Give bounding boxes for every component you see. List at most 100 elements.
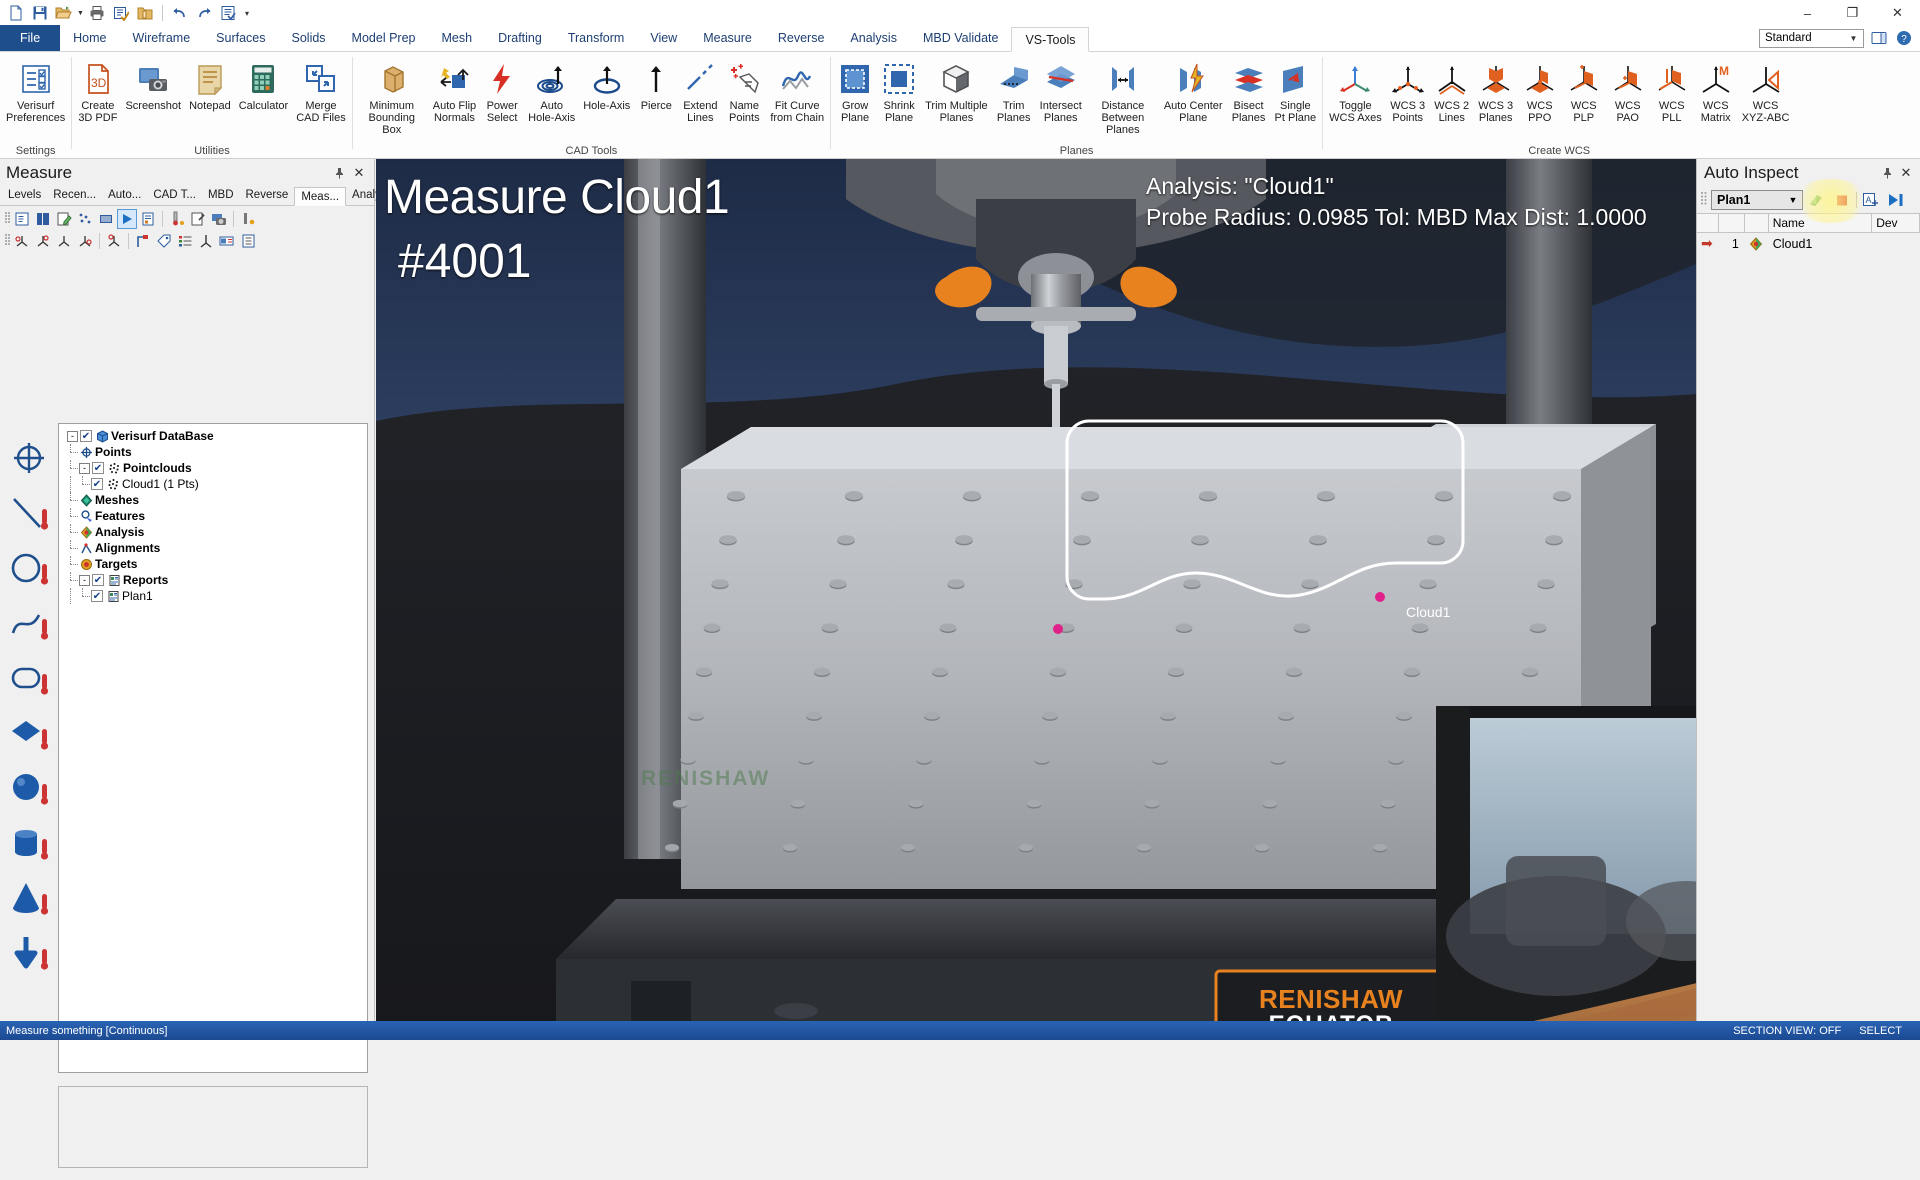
pin-icon[interactable] xyxy=(1879,165,1895,181)
tab-drafting[interactable]: Drafting xyxy=(485,25,555,51)
legend-icon[interactable] xyxy=(175,231,195,251)
measure-tab-auto[interactable]: Auto... xyxy=(102,186,147,205)
wcs-3-planes-button[interactable]: WCS 3 Planes xyxy=(1474,56,1518,127)
measure-probe-icon[interactable] xyxy=(167,209,187,229)
plan-select[interactable]: Plan1 ▼ xyxy=(1711,190,1803,210)
tag-icon[interactable] xyxy=(154,231,174,251)
measure-report-icon[interactable] xyxy=(138,209,158,229)
measure-play-icon[interactable] xyxy=(117,209,137,229)
pierce-button[interactable]: Pierce xyxy=(634,56,678,115)
measure-tool-icon[interactable] xyxy=(188,209,208,229)
open-icon[interactable] xyxy=(52,2,76,24)
trim-planes-button[interactable]: Trim Planes xyxy=(992,56,1036,127)
tree-item-analysis[interactable]: Analysis xyxy=(65,524,365,540)
auto-inspect-rows[interactable]: ➡ 1 Cloud1 xyxy=(1697,233,1920,254)
tree-item-pointclouds[interactable]: - ✔ Pointclouds xyxy=(65,460,365,476)
wcs-align-3-icon[interactable] xyxy=(54,231,74,251)
table-row[interactable]: ➡ 1 Cloud1 xyxy=(1697,233,1920,254)
measure-tab-reverse[interactable]: Reverse xyxy=(240,186,295,205)
close-icon[interactable]: ✕ xyxy=(350,164,368,182)
measure-tab-meas[interactable]: Meas... xyxy=(294,187,347,206)
measure-plane-icon[interactable] xyxy=(5,710,53,756)
fit-curve-from-chain-button[interactable]: Fit Curve from Chain xyxy=(766,56,828,127)
calculator-button[interactable]: Calculator xyxy=(235,56,293,115)
tree-expander[interactable]: - xyxy=(67,430,78,442)
measure-list-icon[interactable] xyxy=(96,209,116,229)
measure-vector-icon[interactable] xyxy=(5,930,53,976)
wcs-2-lines-button[interactable]: WCS 2 Lines xyxy=(1430,56,1474,127)
open-dropdown-icon[interactable]: ▼ xyxy=(76,10,85,17)
name-points-button[interactable]: Name Points xyxy=(722,56,766,127)
tree-item-cloud1-1-pts[interactable]: ✔ Cloud1 (1 Pts) xyxy=(65,476,365,492)
tab-solids[interactable]: Solids xyxy=(279,25,339,51)
toolbar-grip[interactable] xyxy=(1700,191,1708,209)
measure-tab-recen[interactable]: Recen... xyxy=(47,186,102,205)
maximize-button[interactable]: ❐ xyxy=(1830,0,1875,26)
minimum-bounding-box-button[interactable]: Minimum Bounding Box xyxy=(355,56,429,139)
measure-tab-mbd[interactable]: MBD xyxy=(202,186,240,205)
list-icon[interactable] xyxy=(216,2,240,24)
wcs-align-4-icon[interactable] xyxy=(75,231,95,251)
wcs-3-points-button[interactable]: WCS 3 Points xyxy=(1386,56,1430,127)
tree-item-reports[interactable]: - ✔ Reports xyxy=(65,572,365,588)
auto-hole-axis-button[interactable]: Auto Hole-Axis xyxy=(524,56,579,127)
auto-inspect-column-header[interactable] xyxy=(1697,213,1719,233)
print-icon[interactable] xyxy=(85,2,109,24)
measure-probe2-icon[interactable] xyxy=(238,209,258,229)
measure-cone-icon[interactable] xyxy=(5,875,53,921)
tree-item-meshes[interactable]: Meshes xyxy=(65,492,365,508)
wcs-xyz-abc-button[interactable]: WCS XYZ-ABC xyxy=(1738,56,1794,127)
tab-home[interactable]: Home xyxy=(60,25,119,51)
toolbar-grip-2[interactable] xyxy=(4,233,11,249)
undo-icon[interactable] xyxy=(168,2,192,24)
help-icon[interactable]: ? xyxy=(1894,28,1914,48)
shrink-plane-button[interactable]: Shrink Plane xyxy=(877,56,921,127)
select-status[interactable]: SELECT xyxy=(1859,1025,1902,1037)
verisurf-preferences-button[interactable]: Verisurf Preferences xyxy=(2,56,69,127)
tab-file[interactable]: File xyxy=(0,25,61,51)
auto-inspect-column-header[interactable] xyxy=(1718,213,1745,233)
tree-checkbox[interactable]: ✔ xyxy=(92,574,104,586)
run-plan-button[interactable] xyxy=(1806,190,1828,211)
wcs-align-2-icon[interactable] xyxy=(33,231,53,251)
bisect-planes-button[interactable]: Bisect Planes xyxy=(1227,56,1271,127)
minimize-button[interactable]: – xyxy=(1785,0,1830,26)
tree-checkbox[interactable]: ✔ xyxy=(91,478,103,490)
measure-points-icon[interactable] xyxy=(75,209,95,229)
merge-cad-files-button[interactable]: Merge CAD Files xyxy=(292,56,350,127)
tab-transform[interactable]: Transform xyxy=(555,25,638,51)
tree-checkbox[interactable]: ✔ xyxy=(92,462,104,474)
auto-inspect-column-header[interactable]: Name xyxy=(1768,213,1873,233)
database-tree[interactable]: - ✔ Verisurf DataBase Points - ✔ Pointclou… xyxy=(58,423,368,1073)
tab-reverse[interactable]: Reverse xyxy=(765,25,838,51)
tree-item-features[interactable]: Features xyxy=(65,508,365,524)
axis-icon[interactable] xyxy=(196,231,216,251)
measure-slot-icon[interactable] xyxy=(5,655,53,701)
print-preview-icon[interactable] xyxy=(109,2,133,24)
wcs-pao-button[interactable]: WCS PAO xyxy=(1606,56,1650,127)
measure-book-icon[interactable] xyxy=(33,209,53,229)
distance-between-planes-button[interactable]: Distance Between Planes xyxy=(1086,56,1160,139)
tree-checkbox[interactable]: ✔ xyxy=(80,430,92,442)
live-camera-feed[interactable]: 10 xyxy=(1436,706,1696,1021)
screenshot-button[interactable]: Screenshot xyxy=(121,56,185,115)
wcs-plp-button[interactable]: WCS PLP xyxy=(1562,56,1606,127)
measure-curve-icon[interactable] xyxy=(5,600,53,646)
tree-expander[interactable]: - xyxy=(79,574,90,586)
auto-center-plane-button[interactable]: Auto Center Plane xyxy=(1160,56,1227,127)
measure-line-icon[interactable] xyxy=(5,490,53,536)
wcs-align-1-icon[interactable] xyxy=(12,231,32,251)
measure-tab-levels[interactable]: Levels xyxy=(2,186,47,205)
add-annotation-button[interactable]: A xyxy=(1860,190,1882,211)
configuration-select[interactable]: Standard ▼ xyxy=(1759,28,1864,48)
tab-mbd-validate[interactable]: MBD Validate xyxy=(910,25,1012,51)
tree-item-targets[interactable]: Targets xyxy=(65,556,365,572)
report-card-icon[interactable] xyxy=(217,231,237,251)
measure-point-icon[interactable] xyxy=(5,435,53,481)
close-button[interactable]: ✕ xyxy=(1875,0,1920,26)
toggle-wcs-axes-button[interactable]: Toggle WCS Axes xyxy=(1325,56,1386,127)
checklist-icon[interactable] xyxy=(238,231,258,251)
next-step-button[interactable] xyxy=(1885,190,1907,211)
measure-tab-cadt[interactable]: CAD T... xyxy=(147,186,202,205)
tab-surfaces[interactable]: Surfaces xyxy=(203,25,278,51)
